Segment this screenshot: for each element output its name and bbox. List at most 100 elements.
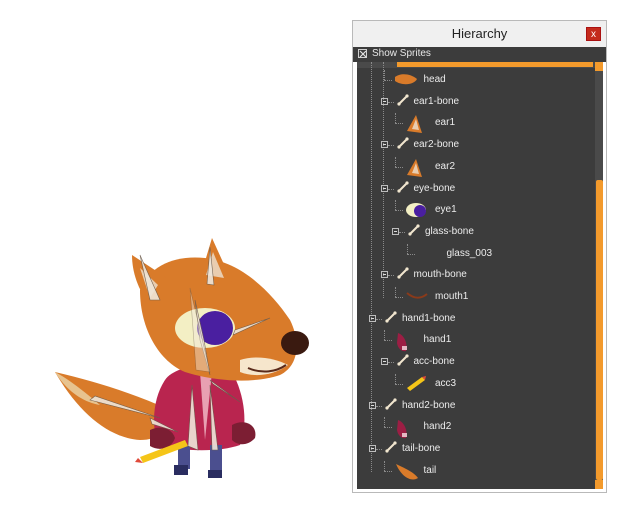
tree-connector <box>387 275 394 277</box>
mouth-sprite-icon <box>405 288 429 306</box>
tree-connector <box>376 405 382 407</box>
tree-connector <box>395 373 396 384</box>
tree-connector <box>383 330 385 341</box>
collapse-toggle-icon[interactable] <box>380 271 388 279</box>
tree-connector <box>383 70 385 80</box>
tree-row-tail[interactable]: tail <box>357 460 593 481</box>
tree-connector <box>383 470 392 472</box>
tree-row-hand2-bone[interactable]: hand2-bone <box>357 396 593 416</box>
hierarchy-panel: Hierarchy x Show Sprites head ear1-bone ea… <box>352 20 607 493</box>
tree-row-label: mouth-bone <box>413 269 467 281</box>
scroll-up-arrow-icon[interactable] <box>595 62 603 71</box>
collapse-toggle-icon[interactable] <box>380 184 388 192</box>
bone-icon <box>396 353 410 372</box>
tail-sprite-icon <box>394 462 420 487</box>
tree-row-label: acc-bone <box>413 356 455 368</box>
fox-character-illustration <box>55 238 309 478</box>
tree-row-glass_003[interactable]: glass_003 <box>357 243 593 264</box>
tree-connector <box>395 166 403 168</box>
tree-connector <box>383 417 385 428</box>
tree-row-head[interactable]: head <box>357 70 593 90</box>
bone-icon <box>384 397 398 416</box>
head-sprite-icon <box>394 71 418 92</box>
bone-icon <box>396 136 410 155</box>
hierarchy-toolbar: Show Sprites <box>353 47 606 62</box>
bone-icon <box>384 310 398 329</box>
bone-icon <box>384 440 398 459</box>
vertical-scrollbar[interactable] <box>595 62 603 489</box>
tree-row-ear2[interactable]: ear2 <box>357 156 593 177</box>
tree-row-label: glass-bone <box>425 225 474 237</box>
scroll-down-arrow-icon[interactable] <box>595 480 603 489</box>
tree-row-ear1[interactable]: ear1 <box>357 113 593 134</box>
tree-connector <box>395 123 403 125</box>
tree-row-label: tail <box>423 464 437 476</box>
hierarchy-tree[interactable]: head ear1-bone ear1 ear2-bone ear2 eye-bone ey… <box>357 62 603 489</box>
tree-row-label: hand2 <box>423 421 452 433</box>
tree-connector <box>395 297 403 298</box>
tree-row-label: hand1 <box>423 334 452 346</box>
tree-row-ear1-bone[interactable]: ear1-bone <box>357 92 593 112</box>
tree-row-label: ear2-bone <box>413 139 460 151</box>
tree-connector <box>395 113 396 124</box>
tree-row-label: eye-bone <box>413 182 456 194</box>
horizontal-scroll-thumb[interactable] <box>397 62 593 67</box>
tree-row-label: tail-bone <box>402 442 441 454</box>
show-sprites-label: Show Sprites <box>372 48 431 59</box>
horizontal-scrollbar[interactable] <box>357 62 595 68</box>
collapse-toggle-icon[interactable] <box>369 314 376 322</box>
tree-connector <box>376 448 382 450</box>
tree-connector <box>383 80 392 81</box>
tree-row-label: glass_003 <box>446 247 493 259</box>
bone-icon <box>396 266 410 285</box>
tree-row-tail-bone[interactable]: tail-bone <box>357 439 593 459</box>
tree-connector <box>387 362 394 364</box>
tree-row-label: acc3 <box>435 377 457 389</box>
tree-row-hand2[interactable]: hand2 <box>357 417 593 439</box>
collapse-toggle-icon[interactable] <box>380 97 388 105</box>
tree-connector <box>387 101 394 103</box>
vertical-scroll-thumb[interactable] <box>596 180 603 480</box>
tree-connector <box>395 383 403 385</box>
tree-row-acc3[interactable]: acc3 <box>357 373 593 394</box>
tree-row-mouth1[interactable]: mouth1 <box>357 287 593 307</box>
tree-connector <box>383 340 392 342</box>
collapse-toggle-icon[interactable] <box>380 141 388 149</box>
tree-row-glass-bone[interactable]: glass-bone <box>357 222 593 242</box>
collapse-toggle-icon[interactable] <box>369 401 376 409</box>
tree-row-ear2-bone[interactable]: ear2-bone <box>357 135 593 155</box>
panel-title: Hierarchy <box>451 26 508 41</box>
collapse-toggle-icon[interactable] <box>369 444 376 452</box>
tree-connector <box>395 210 403 212</box>
eye-sprite-icon <box>405 201 429 224</box>
bone-icon <box>407 223 421 242</box>
tree-connector <box>406 253 415 255</box>
tree-row-hand1-bone[interactable]: hand1-bone <box>357 309 593 329</box>
bone-icon <box>396 93 410 112</box>
tree-row-label: hand2-bone <box>402 399 456 411</box>
tree-row-eye1[interactable]: eye1 <box>357 200 593 220</box>
tree-row-label: eye1 <box>435 204 457 216</box>
checkmark-x-icon <box>359 50 367 58</box>
tree-connector <box>395 287 396 297</box>
bone-icon <box>396 180 410 199</box>
tree-connector <box>387 145 394 147</box>
close-button[interactable]: x <box>586 27 601 41</box>
tree-connector <box>383 460 385 471</box>
tree-row-acc-bone[interactable]: acc-bone <box>357 352 593 372</box>
tree-connector <box>383 427 392 429</box>
collapse-toggle-icon[interactable] <box>380 358 388 366</box>
tree-row-label: ear1-bone <box>413 95 460 107</box>
tree-row-label: ear1 <box>435 117 456 129</box>
collapse-toggle-icon[interactable] <box>392 227 399 235</box>
tree-connector <box>387 188 394 190</box>
tree-row-eye-bone[interactable]: eye-bone <box>357 179 593 199</box>
tree-row-hand1[interactable]: hand1 <box>357 330 593 352</box>
tree-row-mouth-bone[interactable]: mouth-bone <box>357 265 593 285</box>
character-viewport[interactable] <box>0 0 350 511</box>
tree-row-label: head <box>423 74 446 85</box>
tree-connector <box>395 200 396 211</box>
show-sprites-checkbox[interactable] <box>358 49 367 58</box>
tree-row-label: mouth1 <box>435 291 469 302</box>
panel-titlebar[interactable]: Hierarchy x <box>353 21 606 47</box>
